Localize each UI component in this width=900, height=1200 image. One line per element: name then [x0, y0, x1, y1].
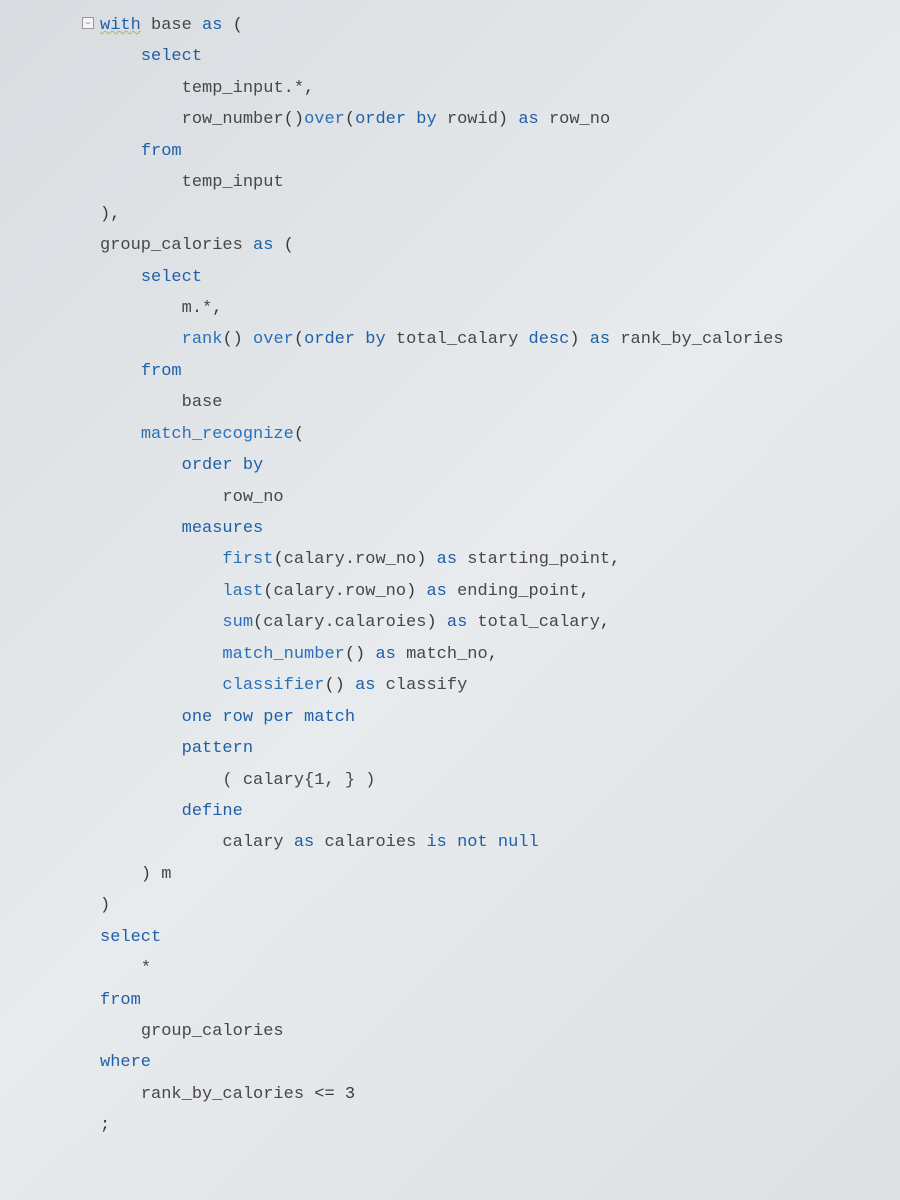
code-line: where	[100, 1047, 900, 1078]
code-line: ( calary{1, } )	[100, 765, 900, 796]
code-line: from	[100, 985, 900, 1016]
code-line: match_recognize(	[100, 419, 900, 450]
code-editor[interactable]: − with base as ( select temp_input.*, ro…	[0, 0, 900, 1200]
code-line: pattern	[100, 733, 900, 764]
code-line: group_calories as (	[100, 230, 900, 261]
code-line: first(calary.row_no) as starting_point,	[100, 544, 900, 575]
code-line: *	[100, 953, 900, 984]
code-line: with base as (	[100, 10, 900, 41]
code-line: order by	[100, 450, 900, 481]
code-line: define	[100, 796, 900, 827]
code-line: measures	[100, 513, 900, 544]
code-line: last(calary.row_no) as ending_point,	[100, 576, 900, 607]
code-line: from	[100, 356, 900, 387]
code-line: base	[100, 387, 900, 418]
code-line: )	[100, 890, 900, 921]
fold-toggle-icon[interactable]: −	[82, 17, 94, 29]
code-line: rank() over(order by total_calary desc) …	[100, 324, 900, 355]
code-line: row_no	[100, 482, 900, 513]
code-line: group_calories	[100, 1016, 900, 1047]
code-line: select	[100, 922, 900, 953]
code-line: sum(calary.calaroies) as total_calary,	[100, 607, 900, 638]
code-line: match_number() as match_no,	[100, 639, 900, 670]
code-line: from	[100, 136, 900, 167]
code-line: ),	[100, 199, 900, 230]
code-line: row_number()over(order by rowid) as row_…	[100, 104, 900, 135]
code-line: rank_by_calories <= 3	[100, 1079, 900, 1110]
code-line: m.*,	[100, 293, 900, 324]
code-line: temp_input	[100, 167, 900, 198]
code-line: select	[100, 262, 900, 293]
code-line: ;	[100, 1110, 900, 1141]
code-line: one row per match	[100, 702, 900, 733]
code-line: calary as calaroies is not null	[100, 827, 900, 858]
code-line: classifier() as classify	[100, 670, 900, 701]
code-line: select	[100, 41, 900, 72]
code-line: ) m	[100, 859, 900, 890]
code-area[interactable]: with base as ( select temp_input.*, row_…	[80, 10, 900, 1142]
code-line: temp_input.*,	[100, 73, 900, 104]
